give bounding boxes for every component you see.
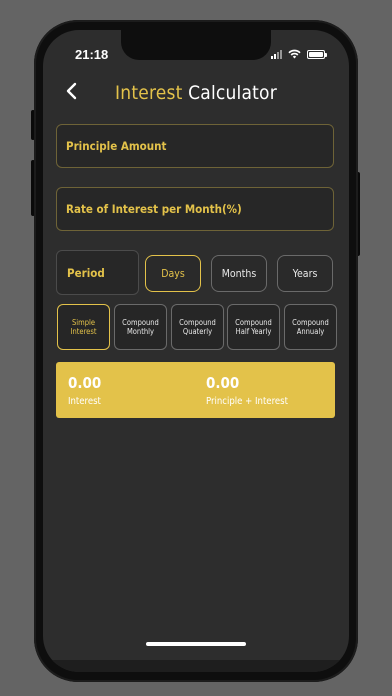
title-part-2: Calculator (188, 82, 277, 104)
rate-of-interest-field[interactable] (56, 187, 334, 231)
interest-label: Interest (68, 396, 101, 407)
wifi-icon (288, 49, 301, 59)
notch (121, 30, 271, 60)
principle-amount-field[interactable] (56, 124, 334, 168)
simple-interest-button[interactable]: Simple Interest (57, 304, 110, 350)
period-days-button[interactable]: Days (145, 255, 201, 292)
home-indicator[interactable] (146, 642, 246, 646)
period-label: Period (56, 250, 139, 295)
title-part-1: Interest (115, 82, 183, 104)
app-screen: 21:18 Interest Calculator Period Days Mo… (43, 30, 349, 672)
app-header: Interest Calculator (43, 80, 349, 110)
total-label: Principle + Interest (206, 396, 288, 407)
status-icons (271, 49, 327, 59)
page-title: Interest Calculator (43, 82, 349, 104)
compound-quarterly-button[interactable]: Compound Quaterly (171, 304, 224, 350)
signal-icon (271, 49, 282, 59)
battery-icon (307, 49, 327, 59)
results-panel: 0.00 Interest 0.00 Principle + Interest (56, 362, 335, 418)
compound-half-yearly-button[interactable]: Compound Half Yearly (227, 304, 280, 350)
total-value: 0.00 (206, 374, 240, 392)
status-time: 21:18 (75, 47, 109, 62)
period-years-button[interactable]: Years (277, 255, 333, 292)
principle-amount-input[interactable] (57, 125, 333, 167)
rate-of-interest-input[interactable] (57, 188, 333, 230)
period-months-button[interactable]: Months (211, 255, 267, 292)
compound-annually-button[interactable]: Compound Annualy (284, 304, 337, 350)
compound-monthly-button[interactable]: Compound Monthly (114, 304, 167, 350)
bottom-bar (43, 660, 349, 672)
interest-value: 0.00 (68, 374, 102, 392)
